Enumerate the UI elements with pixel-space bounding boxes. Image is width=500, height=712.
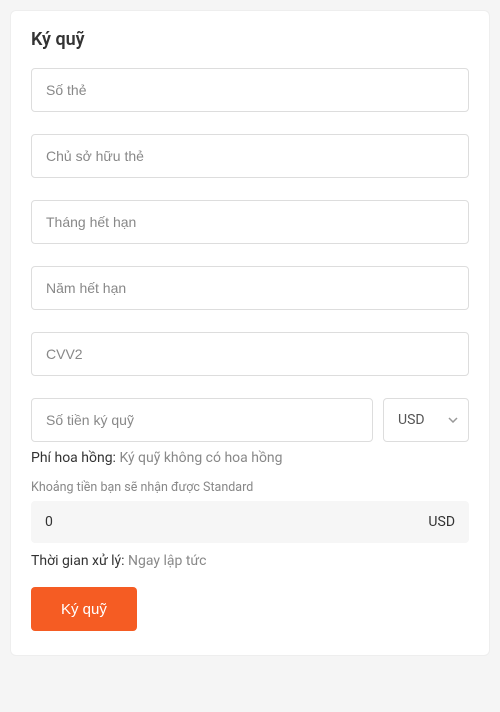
amount-row: USD xyxy=(31,398,469,442)
currency-selected-label: USD xyxy=(398,412,425,428)
chevron-down-icon xyxy=(448,415,458,425)
form-row-exp-month xyxy=(31,200,469,244)
form-row-card-number xyxy=(31,68,469,112)
form-row-cvv2 xyxy=(31,332,469,376)
amount-input[interactable] xyxy=(31,398,373,442)
receive-label: Khoảng tiền bạn sẽ nhận được Standard xyxy=(31,480,469,495)
receive-value: 0 xyxy=(45,514,53,530)
fee-value: Ký quỹ không có hoa hồng xyxy=(119,450,282,466)
card-holder-input[interactable] xyxy=(31,134,469,178)
fee-line: Phí hoa hồng: Ký quỹ không có hoa hồng xyxy=(31,450,469,466)
exp-year-input[interactable] xyxy=(31,266,469,310)
exp-month-input[interactable] xyxy=(31,200,469,244)
card-number-input[interactable] xyxy=(31,68,469,112)
fee-label: Phí hoa hồng: xyxy=(31,450,116,466)
card-title: Ký quỹ xyxy=(31,29,469,50)
form-row-exp-year xyxy=(31,266,469,310)
processing-value: Ngay lập tức xyxy=(128,553,206,569)
deposit-card: Ký quỹ USD Phí hoa hồng: Ký quỹ không có… xyxy=(10,10,490,656)
processing-line: Thời gian xử lý: Ngay lập tức xyxy=(31,553,469,569)
processing-label: Thời gian xử lý: xyxy=(31,553,125,569)
currency-select[interactable]: USD xyxy=(383,398,469,442)
cvv2-input[interactable] xyxy=(31,332,469,376)
receive-currency: USD xyxy=(428,514,455,530)
submit-button[interactable]: Ký quỹ xyxy=(31,587,137,631)
form-row-card-holder xyxy=(31,134,469,178)
receive-box: 0 USD xyxy=(31,501,469,543)
